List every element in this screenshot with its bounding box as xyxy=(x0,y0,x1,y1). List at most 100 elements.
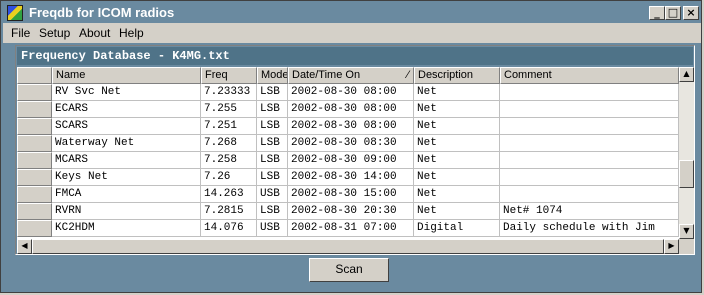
cell-datetime[interactable]: 2002-08-30 08:30 xyxy=(288,135,414,152)
row-selector[interactable] xyxy=(17,118,52,135)
cell-description[interactable]: Net xyxy=(414,101,500,118)
cell-name[interactable]: RVRN xyxy=(52,203,201,220)
cell-comment[interactable]: Daily schedule with Jim xyxy=(500,220,679,237)
cell-freq[interactable]: 7.255 xyxy=(201,101,257,118)
cell-freq[interactable]: 7.26 xyxy=(201,169,257,186)
table-row[interactable]: KC2HDM 14.076 USB 2002-08-31 07:00 Digital Da… xyxy=(17,220,679,237)
cell-mode[interactable]: LSB xyxy=(257,135,288,152)
cell-comment[interactable]: Net# 1074 xyxy=(500,203,679,220)
vertical-scroll-thumb[interactable] xyxy=(679,160,694,188)
cell-name[interactable]: SCARS xyxy=(52,118,201,135)
cell-description[interactable]: Net xyxy=(414,203,500,220)
app-icon xyxy=(7,5,23,21)
table-row[interactable]: ECARS 7.255 LSB 2002-08-30 08:00 Net xyxy=(17,101,679,118)
cell-description[interactable]: Net xyxy=(414,169,500,186)
cell-mode[interactable]: LSB xyxy=(257,152,288,169)
cell-name[interactable]: RV Svc Net xyxy=(52,84,201,101)
cell-description[interactable]: Digital xyxy=(414,220,500,237)
row-selector[interactable] xyxy=(17,203,52,220)
close-button[interactable]: × xyxy=(683,6,699,20)
cell-comment[interactable] xyxy=(500,152,679,169)
cell-freq[interactable]: 7.251 xyxy=(201,118,257,135)
cell-mode[interactable]: LSB xyxy=(257,203,288,220)
vertical-scrollbar[interactable]: ▲ ▼ xyxy=(679,67,694,239)
cell-freq[interactable]: 14.263 xyxy=(201,186,257,203)
cell-datetime[interactable]: 2002-08-30 08:00 xyxy=(288,84,414,101)
scroll-up-icon[interactable]: ▲ xyxy=(679,67,694,82)
row-selector[interactable] xyxy=(17,186,52,203)
scan-button[interactable]: Scan xyxy=(309,258,389,282)
row-selector[interactable] xyxy=(17,220,52,237)
row-selector[interactable] xyxy=(17,135,52,152)
cell-comment[interactable] xyxy=(500,84,679,101)
cell-mode[interactable]: USB xyxy=(257,186,288,203)
table-row[interactable]: SCARS 7.251 LSB 2002-08-30 08:00 Net xyxy=(17,118,679,135)
column-header-name[interactable]: Name xyxy=(52,67,201,84)
cell-comment[interactable] xyxy=(500,186,679,203)
menu-about[interactable]: About xyxy=(79,25,110,41)
window-title: Freqdb for ICOM radios xyxy=(29,5,175,20)
menu-bar: File Setup About Help xyxy=(3,23,701,43)
table-row[interactable]: MCARS 7.258 LSB 2002-08-30 09:00 Net xyxy=(17,152,679,169)
table-row[interactable]: RV Svc Net 7.23333 LSB 2002-08-30 08:00 Net xyxy=(17,84,679,101)
cell-datetime[interactable]: 2002-08-30 14:00 xyxy=(288,169,414,186)
cell-freq[interactable]: 7.258 xyxy=(201,152,257,169)
cell-comment[interactable] xyxy=(500,135,679,152)
cell-mode[interactable]: LSB xyxy=(257,118,288,135)
cell-name[interactable]: KC2HDM xyxy=(52,220,201,237)
table-row[interactable]: Waterway Net 7.268 LSB 2002-08-30 08:30 Net xyxy=(17,135,679,152)
cell-description[interactable]: Net xyxy=(414,152,500,169)
cell-description[interactable]: Net xyxy=(414,84,500,101)
cell-datetime[interactable]: 2002-08-30 09:00 xyxy=(288,152,414,169)
cell-freq[interactable]: 7.268 xyxy=(201,135,257,152)
cell-name[interactable]: MCARS xyxy=(52,152,201,169)
cell-name[interactable]: ECARS xyxy=(52,101,201,118)
column-header-freq[interactable]: Freq xyxy=(201,67,257,84)
row-selector[interactable] xyxy=(17,152,52,169)
horizontal-scroll-thumb[interactable] xyxy=(32,239,664,254)
cell-datetime[interactable]: 2002-08-30 20:30 xyxy=(288,203,414,220)
scroll-left-icon[interactable]: ◀ xyxy=(17,239,32,254)
column-header-datetime[interactable]: Date/Time On ⁄ xyxy=(288,67,414,84)
title-bar[interactable]: Freqdb for ICOM radios _ □ × xyxy=(3,3,701,23)
row-selector[interactable] xyxy=(17,101,52,118)
menu-setup[interactable]: Setup xyxy=(39,25,70,41)
cell-comment[interactable] xyxy=(500,118,679,135)
menu-help[interactable]: Help xyxy=(119,25,144,41)
cell-comment[interactable] xyxy=(500,169,679,186)
cell-freq[interactable]: 7.23333 xyxy=(201,84,257,101)
cell-mode[interactable]: LSB xyxy=(257,101,288,118)
cell-mode[interactable]: LSB xyxy=(257,169,288,186)
cell-description[interactable]: Net xyxy=(414,186,500,203)
cell-mode[interactable]: USB xyxy=(257,220,288,237)
table-row[interactable]: Keys Net 7.26 LSB 2002-08-30 14:00 Net xyxy=(17,169,679,186)
menu-file[interactable]: File xyxy=(11,25,30,41)
cell-datetime[interactable]: 2002-08-31 07:00 xyxy=(288,220,414,237)
cell-description[interactable]: Net xyxy=(414,135,500,152)
cell-name[interactable]: Waterway Net xyxy=(52,135,201,152)
cell-datetime[interactable]: 2002-08-30 08:00 xyxy=(288,101,414,118)
scroll-down-icon[interactable]: ▼ xyxy=(679,224,694,239)
table-row[interactable]: FMCA 14.263 USB 2002-08-30 15:00 Net xyxy=(17,186,679,203)
minimize-button[interactable]: _ xyxy=(649,6,665,20)
column-header-description[interactable]: Description xyxy=(414,67,500,84)
column-header-comment[interactable]: Comment xyxy=(500,67,679,84)
cell-comment[interactable] xyxy=(500,101,679,118)
cell-freq[interactable]: 7.2815 xyxy=(201,203,257,220)
column-header-mode[interactable]: Mode xyxy=(257,67,288,84)
cell-freq[interactable]: 14.076 xyxy=(201,220,257,237)
row-selector[interactable] xyxy=(17,84,52,101)
cell-datetime[interactable]: 2002-08-30 08:00 xyxy=(288,118,414,135)
scroll-right-icon[interactable]: ▶ xyxy=(664,239,679,254)
cell-datetime[interactable]: 2002-08-30 15:00 xyxy=(288,186,414,203)
table-row[interactable]: RVRN 7.2815 LSB 2002-08-30 20:30 Net Net# 107… xyxy=(17,203,679,220)
cell-name[interactable]: FMCA xyxy=(52,186,201,203)
sort-indicator-icon: ⁄ xyxy=(407,69,409,81)
maximize-button[interactable]: □ xyxy=(665,6,681,20)
cell-description[interactable]: Net xyxy=(414,118,500,135)
row-selector[interactable] xyxy=(17,169,52,186)
frequency-grid[interactable]: Name Freq Mode Date/Time On ⁄ Descriptio… xyxy=(17,67,679,239)
horizontal-scrollbar[interactable]: ◀ ▶ xyxy=(17,239,679,254)
cell-name[interactable]: Keys Net xyxy=(52,169,201,186)
cell-mode[interactable]: LSB xyxy=(257,84,288,101)
